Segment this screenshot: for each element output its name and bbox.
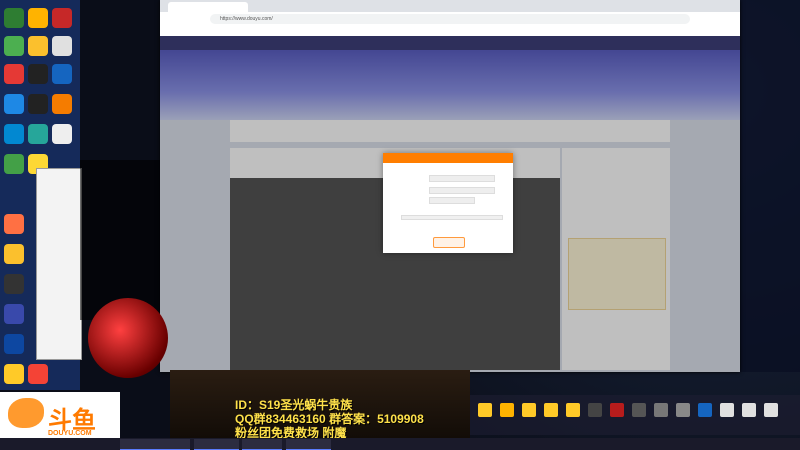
desktop-shortcut-icon[interactable] [52, 36, 72, 56]
taskbar-item[interactable] [242, 439, 282, 450]
desktop-shortcut-icon[interactable] [4, 124, 24, 144]
desktop-shortcut-icon[interactable] [52, 124, 72, 144]
desktop-shortcut-icon[interactable] [4, 304, 24, 324]
confirm-button[interactable] [433, 237, 465, 248]
desktop-dock [470, 395, 800, 435]
dialog[interactable] [383, 153, 513, 253]
chat-overlay [80, 160, 170, 320]
tab-bar [160, 0, 740, 12]
desktop-shortcut-icon[interactable] [4, 64, 24, 84]
desktop-shortcut-icon[interactable] [28, 36, 48, 56]
folder-icon[interactable] [500, 403, 514, 417]
dialog-select[interactable] [429, 197, 475, 204]
dialog-field[interactable] [429, 175, 495, 182]
logo-subtext: DOUYU.COM [48, 430, 92, 437]
browser-window[interactable]: https://www.douyu.com/ [160, 0, 740, 372]
folder-icon[interactable] [544, 403, 558, 417]
file-icon[interactable] [478, 403, 492, 417]
taskbar-item[interactable] [120, 439, 190, 450]
app-icon[interactable] [764, 403, 778, 417]
app-icon[interactable] [588, 403, 602, 417]
desktop-shortcut-icon[interactable] [4, 8, 24, 28]
desktop-shortcut-icon[interactable] [4, 244, 24, 264]
desktop-shortcut-icon[interactable] [4, 36, 24, 56]
desktop-shortcut-icon[interactable] [4, 154, 24, 174]
desktop-shortcut-icon[interactable] [28, 64, 48, 84]
desktop-shortcut-icon[interactable] [28, 8, 48, 28]
dialog-note [401, 215, 503, 220]
dialog-title [383, 153, 513, 163]
desktop-shortcut-icon[interactable] [28, 364, 48, 384]
desktop-shortcut-icon[interactable] [4, 94, 24, 114]
taskbar [0, 438, 800, 450]
app-icon[interactable] [632, 403, 646, 417]
desktop-shortcut-icon[interactable] [4, 214, 24, 234]
app-icon[interactable] [720, 403, 734, 417]
folder-icon[interactable] [522, 403, 536, 417]
desktop-shortcut-icon[interactable] [28, 124, 48, 144]
taskbar-item[interactable] [286, 439, 331, 450]
desktop-shortcut-icon[interactable] [4, 274, 24, 294]
desktop-shortcut-icon[interactable] [28, 94, 48, 114]
desktop-shortcut-icon[interactable] [52, 64, 72, 84]
url-input[interactable]: https://www.douyu.com/ [210, 14, 690, 24]
desktop-shortcut-icon[interactable] [4, 364, 24, 384]
app-icon[interactable] [610, 403, 624, 417]
explorer-panel[interactable] [36, 168, 82, 360]
game-side-panel [740, 0, 800, 372]
fish-logo-icon [8, 398, 44, 428]
taskbar-item[interactable] [194, 439, 239, 450]
app-icon[interactable] [742, 403, 756, 417]
desktop-shortcut-icon[interactable] [52, 8, 72, 28]
folder-icon[interactable] [566, 403, 580, 417]
desktop-shortcut-icon[interactable] [4, 334, 24, 354]
health-orb [88, 298, 168, 378]
address-bar: https://www.douyu.com/ [160, 12, 740, 27]
app-icon[interactable] [654, 403, 668, 417]
app-icon[interactable] [698, 403, 712, 417]
dialog-field[interactable] [429, 187, 495, 194]
app-icon[interactable] [676, 403, 690, 417]
browser-tab[interactable] [168, 2, 248, 12]
desktop-shortcut-icon[interactable] [52, 94, 72, 114]
